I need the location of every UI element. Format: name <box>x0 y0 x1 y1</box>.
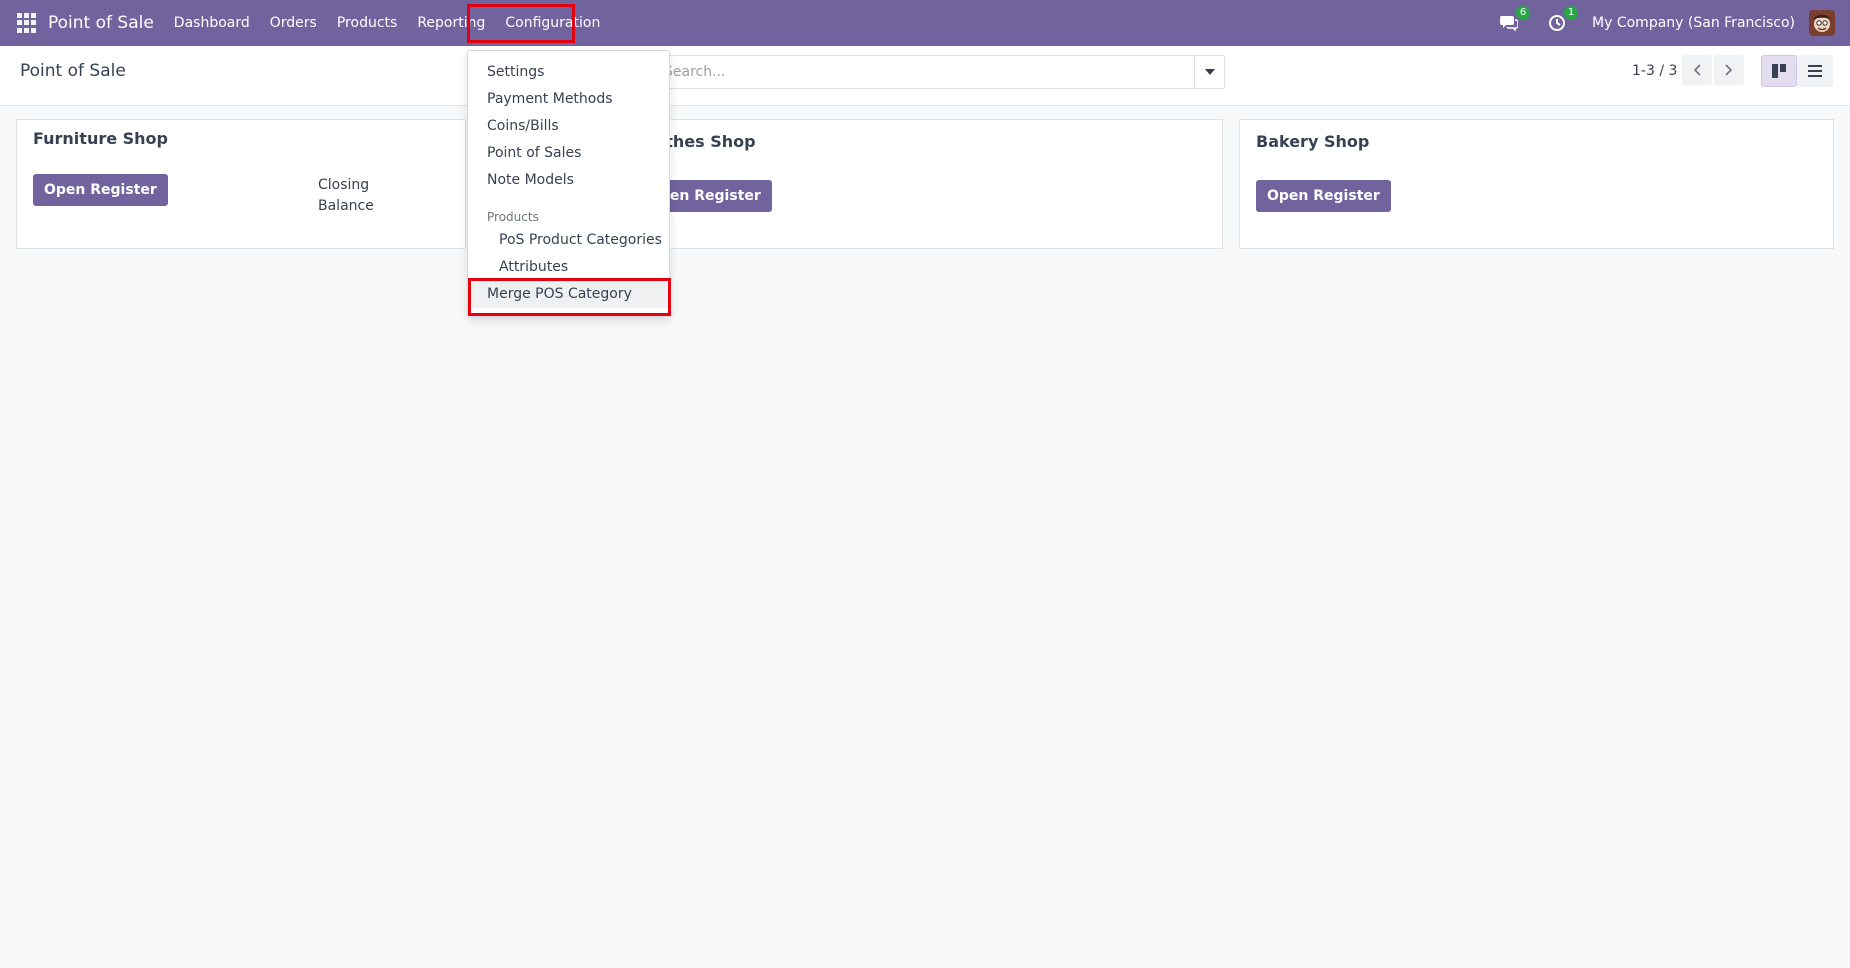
status-closing-balance: Closing Balance <box>318 175 374 217</box>
dropdown-item-attributes[interactable]: Attributes <box>468 254 669 281</box>
list-view-button[interactable] <box>1797 55 1833 87</box>
dropdown-section-products: Products <box>487 210 539 224</box>
menu-reporting[interactable]: Reporting <box>407 0 495 46</box>
app-brand[interactable]: Point of Sale <box>48 13 154 33</box>
messages-badge: 6 <box>1516 6 1531 20</box>
menu-configuration[interactable]: Configuration <box>495 0 610 46</box>
configuration-dropdown: Settings Payment Methods Coins/Bills Poi… <box>467 50 670 317</box>
page-title: Point of Sale <box>20 61 126 81</box>
menu-orders[interactable]: Orders <box>260 0 327 46</box>
dropdown-item-point-of-sales[interactable]: Point of Sales <box>468 140 669 167</box>
pos-card-furniture: Furniture Shop Open Register Closing Bal… <box>16 119 466 249</box>
search-input[interactable] <box>664 62 1184 82</box>
dropdown-item-note-models[interactable]: Note Models <box>468 167 669 194</box>
kanban-icon <box>1772 64 1786 78</box>
chevron-left-icon <box>1693 64 1701 76</box>
kanban-view-button[interactable] <box>1761 55 1797 87</box>
chevron-right-icon <box>1725 64 1733 76</box>
messages-icon[interactable]: 6 <box>1496 6 1531 36</box>
pager-value[interactable]: 1-3 / 3 <box>1632 63 1677 79</box>
dropdown-item-pos-product-categories[interactable]: PoS Product Categories <box>468 227 669 254</box>
control-panel: Point of Sale 1-3 / 3 <box>0 46 1850 106</box>
caret-down-icon <box>1204 69 1215 75</box>
search-box <box>655 55 1225 89</box>
user-avatar[interactable] <box>1809 10 1835 36</box>
search-options-toggle[interactable] <box>1194 56 1224 88</box>
pager-previous-button[interactable] <box>1682 55 1712 85</box>
open-register-button[interactable]: Open Register <box>33 174 168 206</box>
dropdown-item-coins-bills[interactable]: Coins/Bills <box>468 113 669 140</box>
open-register-button[interactable]: Open Register <box>1256 180 1391 212</box>
navbar-systray: 6 1 My Company (San Francisco) <box>1496 0 1850 46</box>
dropdown-item-payment-methods[interactable]: Payment Methods <box>468 86 669 113</box>
company-switcher[interactable]: My Company (San Francisco) <box>1592 15 1795 31</box>
dropdown-item-settings[interactable]: Settings <box>468 59 669 86</box>
pos-card-bakery: Bakery Shop Open Register <box>1239 119 1834 249</box>
status-line: Closing <box>318 177 370 193</box>
card-title: Furniture Shop <box>33 129 168 148</box>
activities-badge: 1 <box>1564 6 1579 20</box>
pager-next-button[interactable] <box>1714 55 1744 85</box>
card-title: Bakery Shop <box>1256 132 1370 151</box>
dropdown-item-merge-pos-category[interactable]: Merge POS Category <box>468 281 669 308</box>
apps-menu-icon[interactable] <box>17 13 37 33</box>
top-navbar: Point of Sale Dashboard Orders Products … <box>0 0 1850 46</box>
status-line: Balance <box>318 198 374 214</box>
list-icon <box>1808 65 1822 77</box>
menu-products[interactable]: Products <box>327 0 407 46</box>
activity-clock-icon[interactable]: 1 <box>1544 6 1579 36</box>
menu-dashboard[interactable]: Dashboard <box>164 0 260 46</box>
